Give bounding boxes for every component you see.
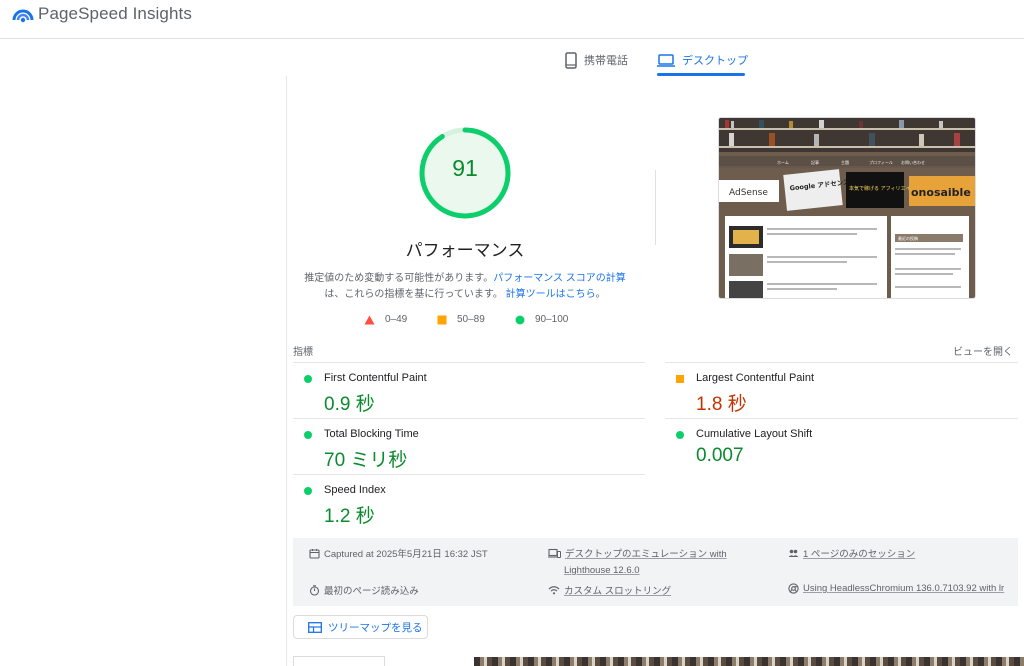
page-screenshot[interactable]: ホーム 記事 主題 プロフィール お問い合わせ AdSense Google ア…: [718, 117, 976, 299]
devices-icon: [548, 548, 561, 558]
score-description-text: 推定値のため変動する可能性があります。: [304, 273, 494, 284]
metrics-section-label: 指標: [293, 347, 313, 358]
runtime-captured: Captured at 2025年5月21日 16:32 JST: [309, 546, 488, 560]
legend-average: 50–89: [437, 314, 485, 325]
metric-fcp-value: 0.9 秒: [324, 394, 375, 415]
runtime-initial-load-text: 最初のページ読み込み: [324, 586, 419, 597]
thumb-nav-4: お問い合わせ: [901, 159, 925, 165]
runtime-session[interactable]: 1 ページのみのセッション: [788, 546, 915, 560]
pagespeed-logo-icon: [12, 9, 34, 23]
average-square-icon: [676, 375, 684, 383]
thumb-book-onosaible: onosaible: [911, 186, 971, 199]
runtime-browser[interactable]: Using HeadlessChromium 136.0.7103.92 wit…: [788, 583, 1004, 594]
timer-icon: [309, 584, 320, 596]
metric-tbt-value: 70 ミリ秒: [324, 450, 408, 471]
score-divider: [655, 170, 656, 245]
legend-fail-label: 0–49: [385, 314, 408, 325]
runtime-browser-text: Using HeadlessChromium 136.0.7103.92 wit…: [803, 583, 1005, 594]
tab-active-indicator: [657, 73, 745, 76]
metric-cls-value: 0.007: [696, 445, 744, 466]
users-icon: [788, 549, 799, 557]
thumb-nav-0: ホーム: [777, 160, 789, 165]
score-description-2: は、これらの指標を基に行っています。 計算ツールはこちら。: [300, 285, 630, 300]
metrics-divider: [665, 418, 1018, 419]
runtime-lighthouse-version: Lighthouse 12.6.0: [564, 565, 640, 576]
runtime-throttling[interactable]: カスタム スロットリング: [548, 583, 671, 597]
runtime-emulation-text: デスクトップのエミュレーション with: [565, 549, 727, 560]
category-title: パフォーマンス: [405, 241, 525, 260]
pass-dot-icon: [304, 487, 312, 495]
triangle-fail-icon: [364, 315, 375, 324]
runtime-throttling-text: カスタム スロットリング: [564, 586, 672, 597]
tab-desktop-label: デスクトップ: [682, 55, 748, 67]
tab-mobile[interactable]: 携帯電話: [565, 45, 628, 75]
thumb-book-adsense: AdSense: [729, 188, 768, 198]
pass-dot-icon: [304, 375, 312, 383]
square-average-icon: [437, 315, 447, 324]
runtime-emulation[interactable]: デスクトップのエミュレーション with: [548, 546, 727, 560]
metrics-divider: [293, 362, 645, 363]
thumb-nav-1: 記事: [811, 159, 819, 165]
score-description-text-2: は、これらの指標を基に行っています。: [324, 289, 503, 300]
runtime-emulation-version[interactable]: Lighthouse 12.6.0: [564, 565, 640, 576]
legend-average-label: 50–89: [457, 314, 485, 325]
chrome-icon: [788, 583, 799, 594]
runtime-session-text: 1 ページのみのセッション: [803, 549, 916, 560]
laptop-icon: [657, 53, 675, 67]
filmstrip-frame: [293, 656, 385, 666]
view-treemap-label: ツリーマップを見る: [328, 621, 423, 634]
metrics-divider: [293, 418, 645, 419]
runtime-initial-load: 最初のページ読み込み: [309, 583, 419, 597]
runtime-captured-text: Captured at 2025年5月21日 16:32 JST: [324, 549, 488, 560]
view-treemap-button[interactable]: ツリーマップを見る: [293, 615, 428, 639]
metric-lcp-name: Largest Contentful Paint: [696, 372, 815, 384]
metric-si-value: 1.2 秒: [324, 506, 375, 527]
sidebar-divider: [286, 76, 287, 666]
app-title[interactable]: PageSpeed Insights: [38, 4, 192, 24]
expand-view-toggle[interactable]: ビューを開く: [953, 343, 1013, 358]
wifi-icon: [548, 586, 560, 595]
metric-cls-name: Cumulative Layout Shift: [696, 428, 813, 440]
calculator-link[interactable]: 計算ツールはこちら: [506, 289, 596, 300]
tab-mobile-label: 携帯電話: [584, 55, 628, 67]
thumb-sidebar-title: 最近の投稿: [898, 235, 918, 241]
legend-pass: 90–100: [515, 314, 568, 325]
metric-si-name: Speed Index: [324, 484, 386, 496]
thumb-nav-3: プロフィール: [869, 159, 893, 165]
treemap-icon: [308, 621, 322, 633]
page-screenshot-image: ホーム 記事 主題 プロフィール お問い合わせ AdSense Google ア…: [719, 118, 975, 298]
legend-pass-label: 90–100: [535, 314, 569, 325]
phone-icon: [565, 51, 577, 69]
pass-dot-icon: [304, 431, 312, 439]
performance-score: 91: [452, 155, 478, 181]
circle-pass-icon: [515, 315, 525, 324]
metrics-divider: [293, 474, 645, 475]
thumb-nav-2: 主題: [841, 159, 849, 165]
metric-fcp-name: First Contentful Paint: [324, 372, 427, 384]
filmstrip-thumbnails: [474, 657, 1024, 666]
tab-desktop[interactable]: デスクトップ: [657, 45, 748, 75]
pass-dot-icon: [676, 431, 684, 439]
metric-lcp-value: 1.8 秒: [696, 394, 747, 415]
metrics-divider: [665, 362, 1018, 363]
metric-tbt-name: Total Blocking Time: [324, 428, 419, 440]
score-description: 推定値のため変動する可能性があります。パフォーマンス スコアの計算: [300, 269, 630, 284]
score-calc-link[interactable]: パフォーマンス スコアの計算: [493, 273, 626, 284]
legend-fail: 0–49: [364, 314, 407, 325]
calendar-icon: [309, 548, 320, 559]
score-description-end: 。: [595, 289, 606, 300]
